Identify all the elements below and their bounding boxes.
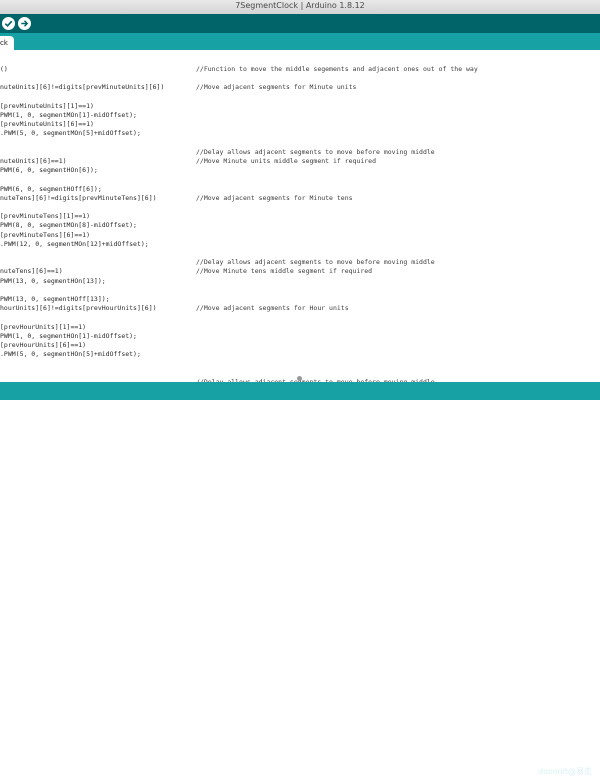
code-line[interactable] (0, 93, 600, 102)
code-line[interactable]: .PWM(12, 0, segmentMOn[12]+midOffset); (0, 240, 600, 249)
code-comment: //Move Minute units middle segment if re… (196, 157, 377, 165)
code-line[interactable]: PWM(8, 0, segmentMOn[8]-midOffset); (0, 221, 600, 230)
code-line[interactable]: [prevMinuteUnits][1]==1) (0, 102, 600, 111)
code-line[interactable] (0, 286, 600, 295)
code-text: [prevMinuteUnits][1]==1) (0, 101, 94, 110)
code-text: PWM(1, 0, segmentMOn[1]-midOffset); (0, 111, 137, 119)
code-line[interactable] (0, 74, 600, 83)
code-text: PWM(13, 0, segmentHOff[13]); (0, 295, 110, 303)
code-text: PWM(13, 0, segmentHOn[13]); (0, 276, 106, 285)
toolbar (0, 14, 600, 33)
code-text: nuteUnits][6]!=digits[prevMinuteUnits][6… (0, 83, 165, 92)
code-comment: //Move adjacent segments for Minute unit… (196, 83, 357, 92)
code-line[interactable] (0, 249, 600, 258)
code-line[interactable]: .PWM(5, 0, segmentMOn[5]+midOffset); (0, 129, 600, 138)
code-line[interactable]: nuteTens][6]!=digits[prevMinuteTens][6])… (0, 194, 600, 203)
code-line[interactable]: [prevHourUnits][1]==1) (0, 323, 600, 332)
code-comment: //Move adjacent segments for Minute tens (196, 193, 353, 202)
watermark-text: dooooit@易走 (537, 767, 592, 776)
code-line[interactable]: PWM(6, 0, segmentHOn[6]); (0, 166, 600, 175)
code-text: nuteTens][6]==1) (0, 267, 63, 276)
code-line[interactable] (0, 203, 600, 212)
upload-button[interactable] (18, 17, 31, 30)
window-title: 7SegmentClock | Arduino 1.8.12 (235, 1, 365, 10)
code-line[interactable]: PWM(1, 0, segmentMOn[1]-midOffset); (0, 111, 600, 120)
tab-sketch[interactable]: ck (0, 36, 14, 50)
code-line[interactable]: PWM(13, 0, segmentHOn[13]); (0, 277, 600, 286)
code-text: PWM(6, 0, segmentHOff[6]); (0, 184, 102, 193)
arrow-right-icon (21, 20, 29, 27)
code-text: .PWM(5, 0, segmentHOn[5]+midOffset); (0, 350, 141, 359)
code-line[interactable]: () //Function to move the middle segement… (0, 65, 600, 74)
status-bar: dooooit@易走 (0, 382, 600, 776)
code-line[interactable]: //Delay allows adjacent segments to move… (0, 258, 600, 267)
code-text: PWM(1, 0, segmentHOn[1]-midOffset); (0, 331, 137, 340)
code-text: [prevHourUnits][6]==1) (0, 341, 87, 349)
code-line[interactable]: nuteTens][6]==1) //Move Minute tens middl… (0, 267, 600, 276)
code-text: () (0, 65, 8, 73)
code-text: [prevMinuteTens][6]==1) (0, 230, 91, 239)
code-line[interactable]: nuteUnits][6]==1) //Move Minute units mid… (0, 157, 600, 166)
checkmark-icon (4, 20, 13, 28)
code-text: nuteTens][6]!=digits[prevMinuteTens][6]) (0, 193, 157, 202)
code-line[interactable]: //Delay allows adjacent segments to move… (0, 148, 600, 157)
code-line[interactable]: [prevMinuteTens][1]==1) (0, 212, 600, 221)
code-text: PWM(6, 0, segmentHOn[6]); (0, 166, 98, 175)
code-text: nuteUnits][6]==1) (0, 157, 67, 165)
code-text: [prevMinuteTens][1]==1) (0, 212, 91, 221)
code-line[interactable]: nuteUnits][6]!=digits[prevMinuteUnits][6… (0, 83, 600, 92)
code-line[interactable]: [prevMinuteUnits][6]==1) (0, 120, 600, 129)
code-text: [prevMinuteUnits][6]==1) (0, 120, 94, 129)
code-comment: //Delay allows adjacent segments to move… (196, 258, 435, 267)
code-comment: //Delay allows adjacent segments to move… (196, 147, 435, 156)
code-line[interactable]: hourUnits][6]!=digits[prevHourUnits][6])… (0, 304, 600, 313)
code-line[interactable] (0, 175, 600, 184)
code-line[interactable]: [prevMinuteTens][6]==1) (0, 231, 600, 240)
code-editor[interactable]: () //Function to move the middle segement… (0, 50, 600, 382)
code-line[interactable]: PWM(1, 0, segmentHOn[1]-midOffset); (0, 332, 600, 341)
code-comment: //Function to move the middle segements … (196, 65, 478, 73)
title-bar: 7SegmentClock | Arduino 1.8.12 (0, 0, 600, 15)
tab-strip: ck (0, 33, 600, 50)
scroll-indicator[interactable] (297, 376, 302, 381)
code-comment: //Move adjacent segments for Hour units (196, 304, 349, 313)
code-text: .PWM(5, 0, segmentMOn[5]+midOffset); (0, 129, 141, 138)
code-line[interactable]: .PWM(5, 0, segmentHOn[5]+midOffset); (0, 350, 600, 359)
code-line[interactable] (0, 313, 600, 322)
code-text: PWM(8, 0, segmentMOn[8]-midOffset); (0, 221, 137, 230)
code-text: .PWM(12, 0, segmentMOn[12]+midOffset); (0, 239, 149, 248)
code-line[interactable] (0, 139, 600, 148)
code-line[interactable]: [prevHourUnits][6]==1) (0, 341, 600, 350)
code-line[interactable]: PWM(13, 0, segmentHOff[13]); (0, 295, 600, 304)
code-text: hourUnits][6]!=digits[prevHourUnits][6]) (0, 304, 157, 313)
code-text: [prevHourUnits][1]==1) (0, 322, 87, 331)
verify-button[interactable] (2, 17, 15, 30)
code-line[interactable] (0, 359, 600, 368)
code-comment: //Move Minute tens middle segment if req… (196, 267, 373, 276)
code-line[interactable]: PWM(6, 0, segmentHOff[6]); (0, 185, 600, 194)
